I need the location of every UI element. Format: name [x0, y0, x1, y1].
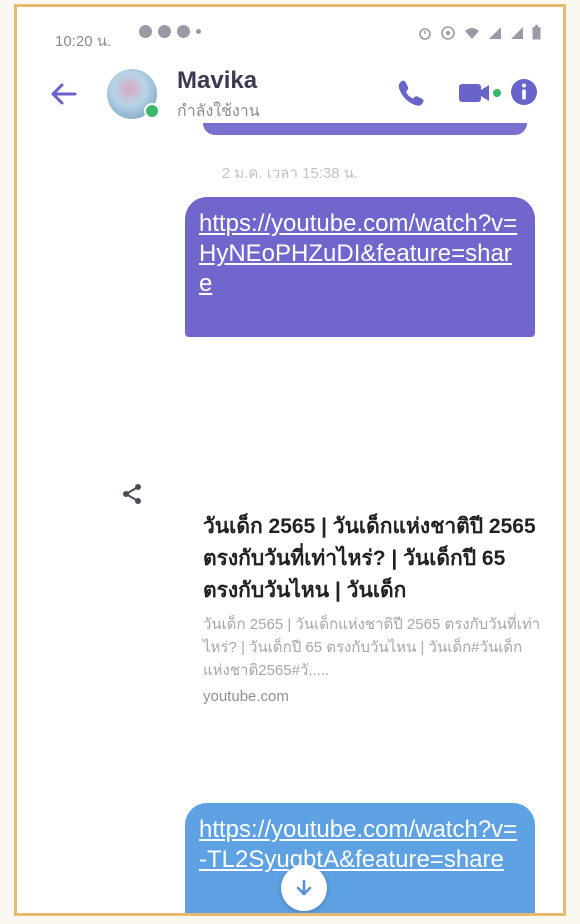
wifi-icon [465, 27, 479, 39]
chat-header: Mavika กำลังใช้งาน [17, 59, 563, 129]
signal-icon-2 [511, 26, 523, 39]
previous-message-bubble [203, 123, 527, 135]
notification-icons [139, 25, 201, 38]
signal-icon [489, 26, 501, 39]
app-notification-icon [177, 25, 190, 38]
link-preview-domain: youtube.com [203, 688, 289, 705]
avatar[interactable] [107, 69, 160, 119]
phone-icon[interactable] [395, 77, 427, 109]
contact-name[interactable]: Mavika [177, 67, 257, 95]
message-bubble-link[interactable]: https://youtube.com/watch?v=HyNEoPHZuDI&… [185, 197, 535, 337]
arrow-down-icon [296, 879, 312, 896]
system-icons [418, 25, 541, 40]
status-bar: 10:20 น. [17, 7, 563, 55]
link-preview-description: วันเด็ก 2565 | วันเด็กแห่งชาติปี 2565 ตร… [203, 616, 541, 679]
back-arrow-icon[interactable] [47, 77, 81, 111]
link-preview-card[interactable]: วันเด็ก 2565 | วันเด็กแห่งชาติปี 2565 ตร… [203, 511, 543, 705]
battery-icon [532, 25, 541, 40]
message-timestamp: 2 ม.ค. เวลา 15:38 น. [221, 165, 359, 182]
phone-screen: 10:20 น. Mavika กำลังใช้งาน 2 ม.ค. เวลา … [14, 4, 566, 916]
data-saver-icon [441, 25, 455, 40]
scroll-to-bottom-button[interactable] [281, 865, 327, 911]
contact-status: กำลังใช้งาน [177, 103, 260, 120]
message-bubble-link[interactable]: https://youtube.com/watch?v=-TL2SyugbtA&… [185, 803, 535, 913]
alarm-icon [419, 27, 431, 40]
link-preview-title: วันเด็ก 2565 | วันเด็กแห่งชาติปี 2565 ตร… [203, 515, 536, 602]
share-icon[interactable] [121, 483, 143, 505]
status-time: 10:20 น. [55, 33, 112, 50]
message-list[interactable]: 2 ม.ค. เวลา 15:38 น. https://youtube.com… [17, 123, 563, 913]
online-indicator [144, 103, 160, 119]
more-notifications-icon [196, 29, 201, 34]
info-icon[interactable] [509, 77, 539, 107]
messenger-notification-icon [158, 25, 171, 38]
messenger-notification-icon [139, 25, 152, 38]
video-icon[interactable] [457, 79, 515, 107]
